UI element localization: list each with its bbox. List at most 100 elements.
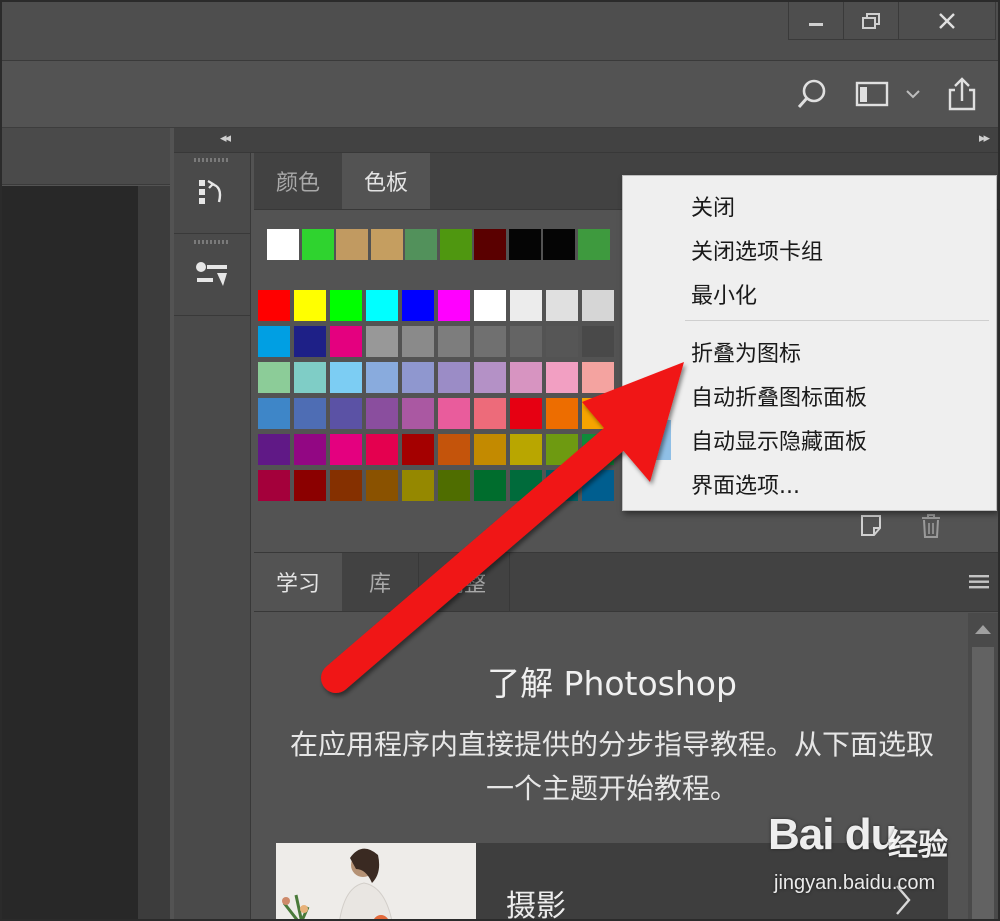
scroll-up-arrow-icon[interactable] (975, 625, 991, 634)
swatch[interactable] (474, 434, 506, 465)
recent-swatch[interactable] (577, 229, 610, 260)
swatch[interactable] (402, 290, 434, 321)
swatch[interactable] (510, 470, 542, 501)
swatch[interactable] (582, 434, 614, 465)
tab-swatches[interactable]: 色板 (342, 153, 430, 209)
swatch[interactable] (258, 290, 290, 321)
swatch[interactable] (258, 362, 290, 393)
search-button[interactable] (792, 75, 832, 113)
swatch[interactable] (438, 434, 470, 465)
swatch[interactable] (510, 326, 542, 357)
swatch[interactable] (366, 434, 398, 465)
swatch[interactable] (402, 362, 434, 393)
swatch[interactable] (330, 326, 362, 357)
swatch[interactable] (258, 434, 290, 465)
swatch[interactable] (546, 398, 578, 429)
swatch[interactable] (582, 470, 614, 501)
tab-libraries[interactable]: 库 (342, 553, 419, 611)
menu-item-close-tab-group[interactable]: 关闭选项卡组 (691, 234, 823, 266)
swatch[interactable] (438, 326, 470, 357)
swatch[interactable] (546, 434, 578, 465)
share-button[interactable] (940, 75, 984, 113)
swatch[interactable] (438, 470, 470, 501)
swatch[interactable] (546, 290, 578, 321)
recent-swatch[interactable] (439, 229, 472, 260)
swatch[interactable] (294, 326, 326, 357)
swatch[interactable] (510, 290, 542, 321)
swatch[interactable] (330, 470, 362, 501)
swatch[interactable] (366, 326, 398, 357)
swatch[interactable] (474, 470, 506, 501)
recent-swatch[interactable] (405, 229, 437, 260)
swatch[interactable] (294, 434, 326, 465)
swatch[interactable] (474, 362, 506, 393)
trash-icon[interactable] (919, 512, 943, 540)
grip-handle[interactable] (194, 240, 230, 244)
swatch[interactable] (438, 398, 470, 429)
menu-item-auto-collapse-icon-panels[interactable]: 自动折叠图标面板 (691, 380, 867, 412)
swatch[interactable] (366, 470, 398, 501)
tab-adjustments[interactable]: 调整 (419, 553, 510, 611)
learn-panel-scrollbar[interactable] (968, 613, 998, 919)
swatch[interactable] (546, 326, 578, 357)
swatch[interactable] (402, 434, 434, 465)
swatch[interactable] (330, 398, 362, 429)
collapse-right-icon[interactable]: ▸▸ (979, 131, 990, 146)
restore-button[interactable] (843, 2, 899, 40)
swatch[interactable] (294, 470, 326, 501)
swatch[interactable] (366, 398, 398, 429)
swatch[interactable] (510, 362, 542, 393)
menu-item-minimize[interactable]: 最小化 (691, 278, 757, 310)
history-panel-button[interactable] (174, 153, 250, 234)
workspace-dropdown[interactable] (900, 75, 926, 113)
canvas[interactable] (2, 186, 138, 919)
swatch[interactable] (366, 362, 398, 393)
close-button[interactable] (898, 2, 996, 40)
swatch[interactable] (582, 326, 614, 357)
swatch[interactable] (294, 362, 326, 393)
swatch[interactable] (474, 398, 506, 429)
swatch[interactable] (258, 326, 290, 357)
swatch[interactable] (582, 398, 614, 429)
swatch[interactable] (330, 434, 362, 465)
recent-swatch[interactable] (508, 229, 541, 260)
swatch[interactable] (474, 290, 506, 321)
panel-menu-icon[interactable] (968, 574, 990, 590)
recent-swatch[interactable] (267, 229, 299, 260)
swatch[interactable] (294, 398, 326, 429)
swatch[interactable] (546, 362, 578, 393)
swatch[interactable] (546, 470, 578, 501)
recent-swatch[interactable] (301, 229, 334, 260)
swatch[interactable] (582, 362, 614, 393)
new-swatch-icon[interactable] (859, 513, 883, 539)
recent-swatch[interactable] (336, 229, 368, 260)
swatch[interactable] (402, 398, 434, 429)
recent-swatch[interactable] (543, 229, 575, 260)
menu-item-interface-options[interactable]: 界面选项... (691, 468, 800, 500)
workspace-button[interactable] (852, 75, 892, 113)
tab-color[interactable]: 颜色 (254, 153, 342, 209)
menu-item-collapse-to-icons[interactable]: 折叠为图标 (691, 336, 801, 368)
swatch[interactable] (474, 326, 506, 357)
swatch[interactable] (510, 398, 542, 429)
swatch[interactable] (258, 398, 290, 429)
swatch[interactable] (402, 326, 434, 357)
menu-item-auto-show-hidden-panels[interactable]: 自动显示隐藏面板 (691, 424, 867, 456)
tutorial-card-photography[interactable]: 摄影 (276, 843, 948, 919)
swatch[interactable] (438, 290, 470, 321)
swatch[interactable] (582, 290, 614, 321)
swatch[interactable] (510, 434, 542, 465)
canvas-scrollbar[interactable] (138, 186, 170, 919)
grip-handle[interactable] (194, 158, 230, 162)
menu-item-close[interactable]: 关闭 (691, 190, 735, 222)
swatch[interactable] (330, 290, 362, 321)
tab-learn[interactable]: 学习 (254, 553, 342, 611)
swatch[interactable] (402, 470, 434, 501)
scroll-thumb[interactable] (972, 647, 994, 919)
recent-swatch[interactable] (370, 229, 403, 260)
properties-panel-button[interactable] (174, 235, 250, 316)
collapse-left-icon[interactable]: ◂◂ (220, 131, 231, 146)
recent-swatch[interactable] (474, 229, 506, 260)
swatch[interactable] (258, 470, 290, 501)
swatch[interactable] (294, 290, 326, 321)
